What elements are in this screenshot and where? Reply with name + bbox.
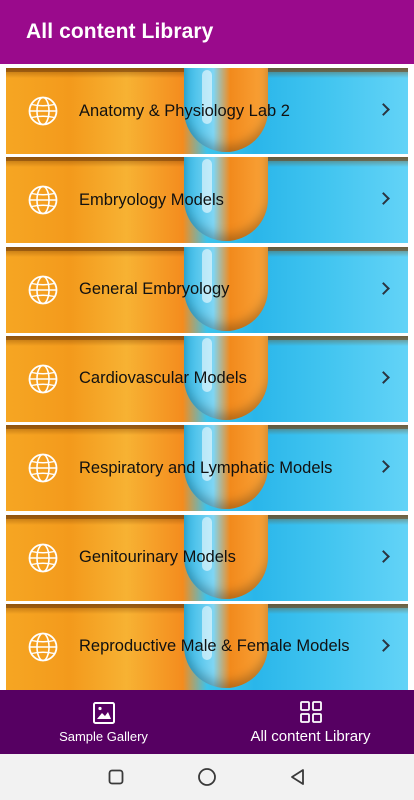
list-item[interactable]: Genitourinary Models [6, 514, 408, 601]
image-icon [92, 701, 115, 724]
chevron-right-icon [377, 549, 390, 563]
system-navigation-bar [0, 754, 414, 800]
list-item-label: Embryology Models [79, 190, 224, 209]
recents-icon[interactable] [104, 765, 128, 789]
content-list[interactable]: Anatomy & Physiology Lab 2 Embryology Mod… [0, 64, 414, 690]
list-item[interactable]: Respiratory and Lymphatic Models [6, 425, 408, 512]
home-icon[interactable] [195, 765, 219, 789]
nav-item-all-content-library[interactable]: All content Library [207, 690, 414, 754]
list-item[interactable]: Cardiovascular Models [6, 335, 408, 422]
list-item[interactable]: Anatomy & Physiology Lab 2 [6, 68, 408, 154]
list-item-label: Cardiovascular Models [79, 369, 247, 388]
nav-item-sample-gallery[interactable]: Sample Gallery [0, 690, 207, 754]
globe-icon [28, 96, 58, 126]
grid-icon [299, 700, 322, 723]
globe-icon [28, 185, 58, 215]
bottom-navigation: Sample Gallery All content Library [0, 690, 414, 754]
page-title: All content Library [26, 20, 214, 43]
back-icon[interactable] [286, 765, 310, 789]
nav-label-all-content-library: All content Library [250, 727, 371, 745]
nav-label-sample-gallery: Sample Gallery [59, 728, 148, 744]
chevron-right-icon [377, 103, 390, 116]
list-item[interactable]: Embryology Models [6, 157, 408, 244]
list-item-label: Reproductive Male & Female Models [79, 637, 350, 656]
chevron-right-icon [377, 371, 390, 384]
chevron-right-icon [377, 192, 390, 206]
globe-icon [28, 453, 58, 483]
list-item[interactable]: General Embryology [6, 246, 408, 333]
globe-icon [28, 275, 58, 304]
list-item-label: Respiratory and Lymphatic Models [79, 458, 333, 477]
list-item-label: Anatomy & Physiology Lab 2 [79, 101, 290, 120]
list-item-label: Genitourinary Models [79, 548, 236, 566]
app-bar: All content Library [0, 0, 414, 64]
chevron-right-icon [377, 281, 390, 295]
chevron-right-icon [377, 460, 390, 474]
globe-icon [28, 543, 58, 572]
globe-icon [28, 364, 58, 394]
list-item[interactable]: Reproductive Male & Female Models [6, 603, 408, 690]
list-item-label: General Embryology [79, 280, 230, 299]
globe-icon [28, 632, 58, 662]
chevron-right-icon [377, 638, 390, 652]
